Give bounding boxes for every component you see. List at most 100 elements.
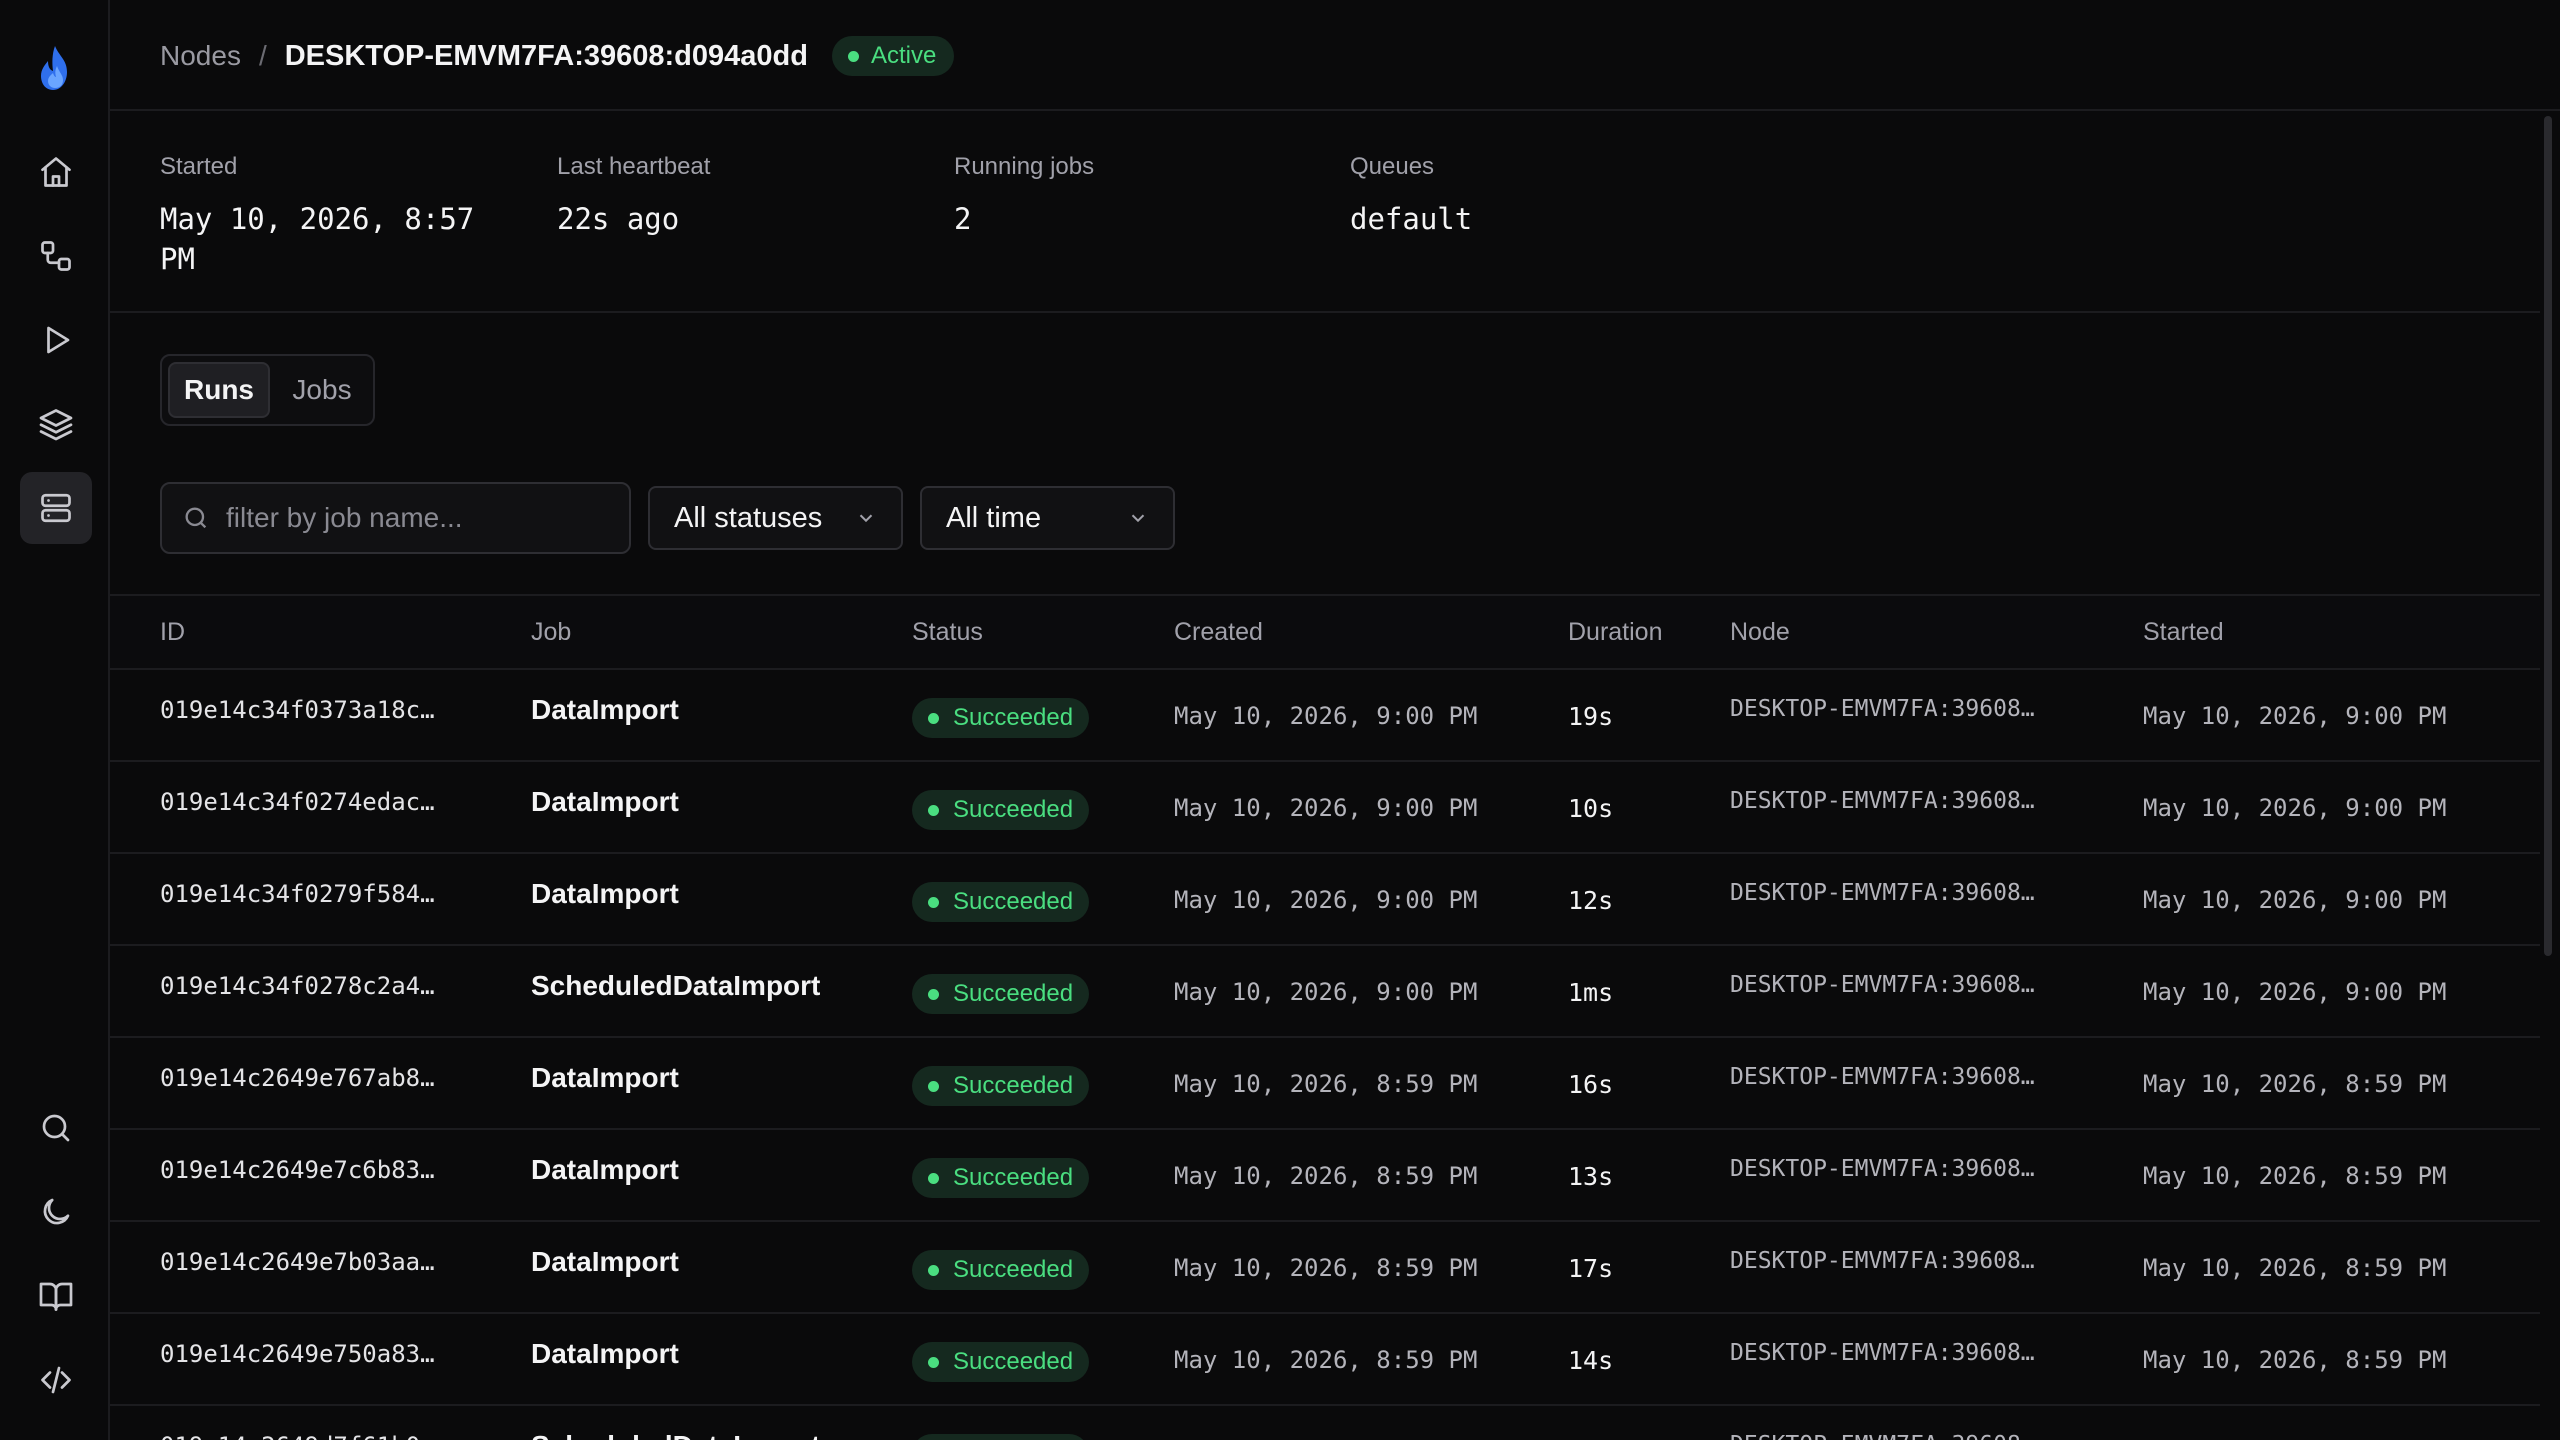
node-name[interactable]: DESKTOP-EMVM7FA:39608… — [1730, 1248, 2035, 1274]
job-name[interactable]: DataImport — [531, 1154, 679, 1186]
breadcrumb-nodes-link[interactable]: Nodes — [160, 40, 241, 72]
run-id[interactable]: 019e14c2649e7b03aa… — [160, 1248, 435, 1276]
table-row[interactable]: 019e14c2649e7b03aa… DataImport Succeeded Ma… — [110, 1222, 2540, 1314]
column-header-node[interactable]: Node — [1730, 618, 1790, 647]
table-row[interactable]: 019e14c34f0373a18c… DataImport Succeeded Ma… — [110, 670, 2540, 762]
moon-icon[interactable] — [20, 1176, 92, 1248]
job-name[interactable]: DataImport — [531, 694, 679, 726]
created-time: May 10, 2026, 8:59 PM — [1174, 1070, 1478, 1098]
duration: 1ms — [1568, 978, 1614, 1007]
status-dot-icon — [928, 1264, 939, 1276]
run-id[interactable]: 019e14c34f0278c2a4… — [160, 972, 435, 1000]
status-badge: Succeeded — [912, 1158, 1090, 1198]
table-row[interactable]: 019e14c34f0278c2a4… ScheduledDataImport Su… — [110, 946, 2540, 1038]
job-name[interactable]: DataImport — [531, 1338, 679, 1370]
run-id[interactable]: 019e14c2649d7f61b0… — [160, 1432, 435, 1440]
runs-table: ID Job Status Created Duration Node Star… — [110, 594, 2540, 1440]
created-time: May 10, 2026, 8:59 PM — [1174, 1254, 1478, 1282]
status-badge: Succeeded — [912, 1434, 1090, 1440]
tab-runs[interactable]: Runs — [168, 362, 270, 418]
status-dot-icon — [928, 1356, 939, 1368]
view-tabs: Runs Jobs — [160, 354, 375, 426]
stat-queues: Queues default — [1350, 153, 1472, 239]
table-row[interactable]: 019e14c34f0274edac… DataImport Succeeded Ma… — [110, 762, 2540, 854]
table-row[interactable]: 019e14c2649e750a83… DataImport Succeeded Ma… — [110, 1314, 2540, 1406]
started-time: May 10, 2026, 9:00 PM — [2143, 978, 2447, 1006]
status-dot-icon — [928, 712, 939, 724]
created-time: May 10, 2026, 9:00 PM — [1174, 886, 1478, 914]
run-id[interactable]: 019e14c34f0274edac… — [160, 788, 435, 816]
status-badge-label: Succeeded — [953, 796, 1074, 823]
page-scrollbar[interactable] — [2544, 116, 2552, 956]
job-name[interactable]: DataImport — [531, 786, 679, 818]
duration: 13s — [1568, 1162, 1614, 1191]
column-header-duration[interactable]: Duration — [1568, 618, 1663, 647]
flame-logo[interactable] — [33, 44, 77, 92]
home-icon[interactable] — [20, 136, 92, 208]
search-input[interactable] — [226, 502, 606, 534]
started-time: May 10, 2026, 8:59 PM — [2143, 1254, 2447, 1282]
job-name[interactable]: DataImport — [531, 1062, 679, 1094]
node-name[interactable]: DESKTOP-EMVM7FA:39608… — [1730, 1156, 2035, 1182]
started-time: May 10, 2026, 8:59 PM — [2143, 1070, 2447, 1098]
node-name[interactable]: DESKTOP-EMVM7FA:39608… — [1730, 1432, 2035, 1440]
status-dot-icon — [928, 896, 939, 908]
stat-value: default — [1350, 202, 1473, 236]
column-header-status[interactable]: Status — [912, 618, 983, 647]
status-badge-label: Succeeded — [953, 888, 1074, 915]
duration: 14s — [1568, 1346, 1614, 1375]
book-icon[interactable] — [20, 1260, 92, 1332]
column-header-created[interactable]: Created — [1174, 618, 1263, 647]
page-title: DESKTOP-EMVM7FA:39608:d094a0dd — [284, 39, 808, 72]
stat-value: 22s ago — [557, 202, 680, 236]
job-name[interactable]: DataImport — [531, 878, 679, 910]
layers-icon[interactable] — [20, 388, 92, 460]
play-icon[interactable] — [20, 304, 92, 376]
node-name[interactable]: DESKTOP-EMVM7FA:39608… — [1730, 1340, 2035, 1366]
job-name[interactable]: ScheduledDataImport — [531, 970, 820, 1002]
column-header-id[interactable]: ID — [160, 618, 185, 647]
node-name[interactable]: DESKTOP-EMVM7FA:39608… — [1730, 1064, 2035, 1090]
code-icon[interactable] — [20, 1344, 92, 1416]
run-id[interactable]: 019e14c34f0373a18c… — [160, 696, 435, 724]
stat-label: Running jobs — [954, 153, 1095, 180]
table-row[interactable]: 019e14c2649d7f61b0… ScheduledDataImport Su… — [110, 1406, 2540, 1440]
table-row[interactable]: 019e14c2649e767ab8… DataImport Succeeded Ma… — [110, 1038, 2540, 1130]
run-id[interactable]: 019e14c2649e7c6b83… — [160, 1156, 435, 1184]
sidebar — [0, 0, 110, 1440]
run-id[interactable]: 019e14c34f0279f584… — [160, 880, 435, 908]
column-header-started[interactable]: Started — [2143, 618, 2224, 647]
status-badge-label: Succeeded — [953, 704, 1074, 731]
tab-jobs[interactable]: Jobs — [276, 362, 368, 418]
status-badge: Succeeded — [912, 790, 1090, 830]
node-name[interactable]: DESKTOP-EMVM7FA:39608… — [1730, 696, 2035, 722]
column-header-job[interactable]: Job — [531, 618, 571, 647]
created-time: May 10, 2026, 8:59 PM — [1174, 1162, 1478, 1190]
run-id[interactable]: 019e14c2649e767ab8… — [160, 1064, 435, 1092]
status-filter-select[interactable]: All statuses — [648, 486, 903, 550]
table-row[interactable]: 019e14c2649e7c6b83… DataImport Succeeded Ma… — [110, 1130, 2540, 1222]
table-body: 019e14c34f0373a18c… DataImport Succeeded Ma… — [110, 670, 2540, 1440]
stat-running-jobs: Running jobs 2 — [954, 153, 1094, 239]
status-dot-icon — [928, 988, 939, 1000]
status-dot-icon — [928, 804, 939, 816]
node-name[interactable]: DESKTOP-EMVM7FA:39608… — [1730, 788, 2035, 814]
workflow-icon[interactable] — [20, 220, 92, 292]
time-filter-select[interactable]: All time — [920, 486, 1175, 550]
run-id[interactable]: 019e14c2649e750a83… — [160, 1340, 435, 1368]
time-filter-value: All time — [946, 501, 1042, 534]
node-name[interactable]: DESKTOP-EMVM7FA:39608… — [1730, 972, 2035, 998]
node-name[interactable]: DESKTOP-EMVM7FA:39608… — [1730, 880, 2035, 906]
started-time: May 10, 2026, 9:00 PM — [2143, 886, 2447, 914]
started-time: May 10, 2026, 8:59 PM — [2143, 1162, 2447, 1190]
chevron-down-icon — [859, 514, 873, 523]
status-dot-icon — [847, 50, 859, 62]
table-row[interactable]: 019e14c34f0279f584… DataImport Succeeded Ma… — [110, 854, 2540, 946]
search-icon[interactable] — [20, 1092, 92, 1164]
job-name[interactable]: ScheduledDataImport — [531, 1430, 820, 1440]
job-name[interactable]: DataImport — [531, 1246, 679, 1278]
stat-last-heartbeat: Last heartbeat 22s ago — [557, 153, 710, 239]
status-badge-label: Succeeded — [953, 1164, 1074, 1191]
status-dot-icon — [928, 1080, 939, 1092]
server-icon[interactable] — [20, 472, 92, 544]
